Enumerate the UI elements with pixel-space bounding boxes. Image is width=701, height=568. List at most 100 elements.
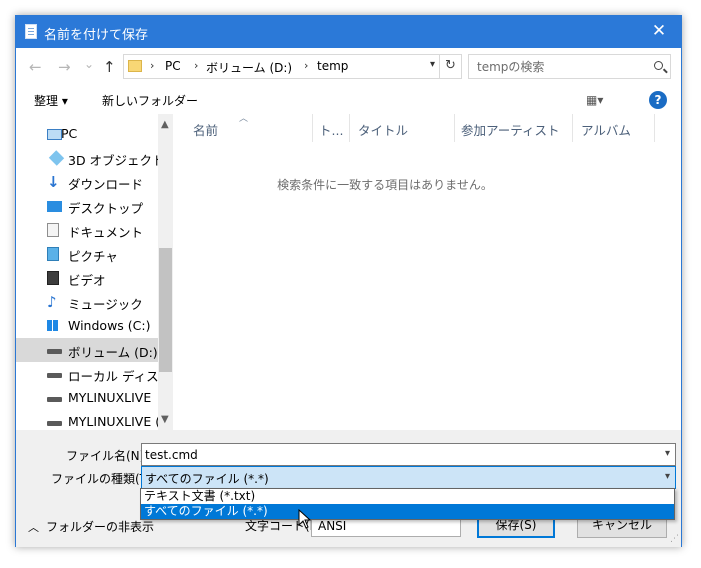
search-icon[interactable] [654, 61, 663, 70]
sidebar-item-label: ビデオ [68, 273, 106, 288]
scroll-down-icon[interactable]: ▼ [161, 414, 169, 425]
filetype-value: すべてのファイル (*.*) [145, 472, 269, 486]
empty-message: 検索条件に一致する項目はありません。 [277, 178, 493, 192]
sidebar-item-3d-objects[interactable]: 3D オブジェクト [16, 146, 165, 170]
desktop-icon [47, 201, 62, 212]
save-as-dialog: 名前を付けて保存 ✕ ← → ⌄ ↑ › PC › ボリューム (D:) › t… [15, 15, 682, 547]
title-bar: 名前を付けて保存 ✕ [16, 16, 681, 48]
address-row: ← → ⌄ ↑ › PC › ボリューム (D:) › temp ▾ ↻ [16, 48, 681, 86]
drive-icon [47, 397, 62, 402]
search-input[interactable] [477, 58, 647, 75]
drive-icon [47, 373, 62, 378]
sidebar-item-local-disk[interactable]: ローカル ディスク [16, 362, 171, 386]
filetype-option-txt[interactable]: テキスト文書 (*.txt) [141, 489, 674, 504]
music-icon: ♪ [47, 293, 57, 311]
up-button[interactable]: ↑ [103, 58, 116, 76]
column-header-name[interactable]: 名前 ︿ [173, 114, 313, 142]
sidebar-item-label: ダウンロード [68, 177, 144, 192]
breadcrumb-separator: › [150, 59, 155, 72]
sidebar-item-desktop[interactable]: デスクトップ [16, 194, 158, 218]
sidebar-item-label: MYLINUXLIVE ( [68, 414, 161, 429]
file-list: 名前 ︿ ト... タイトル 参加アーティスト アルバム 検索条件に一致する項目… [173, 114, 681, 430]
help-icon[interactable]: ? [649, 91, 667, 109]
organize-button[interactable]: 整理 ▾ [34, 92, 68, 109]
sidebar-item-windows-c[interactable]: Windows (C:) [16, 314, 158, 338]
close-button[interactable]: ✕ [637, 16, 681, 48]
breadcrumb-pc[interactable]: PC [165, 59, 181, 73]
breadcrumb-separator: › [194, 59, 199, 72]
resize-grip-icon[interactable]: ⋰ [670, 534, 679, 544]
chevron-down-icon[interactable]: ▾ [665, 448, 670, 459]
sidebar-item-videos[interactable]: ビデオ [16, 266, 158, 290]
sidebar-item-label: ミュージック [68, 297, 143, 312]
toolbar: 整理 ▾ 新しいフォルダー ▦▾ ? [16, 86, 681, 114]
sidebar-item-label: Windows (C:) [68, 318, 151, 333]
chevron-down-icon[interactable]: ▾ [665, 471, 670, 482]
windows-drive-icon [47, 320, 58, 331]
hide-folders-label: フォルダーの非表示 [46, 520, 155, 534]
recent-locations-button[interactable]: ⌄ [84, 57, 94, 71]
address-bar[interactable]: › PC › ボリューム (D:) › temp ▾ [123, 54, 440, 79]
pictures-icon [47, 247, 59, 261]
search-box[interactable] [468, 54, 671, 79]
sidebar-item-label: PC [61, 126, 78, 141]
column-label: 名前 [193, 123, 219, 138]
sidebar-item-label: ローカル ディスク [68, 369, 172, 384]
3d-objects-icon [48, 150, 65, 166]
navigation-scrollbar[interactable]: ▲ ▼ [158, 114, 173, 430]
mouse-cursor-icon [298, 509, 312, 529]
drive-icon [47, 421, 62, 426]
column-label: タイトル [358, 123, 409, 138]
sidebar-item-mylinuxlive-2[interactable]: MYLINUXLIVE ( [16, 410, 161, 430]
filetype-option-all[interactable]: すべてのファイル (*.*) [141, 504, 674, 519]
pc-icon [47, 129, 62, 140]
column-header-track[interactable]: ト... [313, 114, 350, 142]
download-icon: ↓ [47, 173, 60, 191]
column-label: 参加アーティスト [461, 123, 560, 138]
video-icon [47, 271, 59, 285]
breadcrumb-temp[interactable]: temp [317, 59, 348, 73]
sidebar-item-pc[interactable]: PC [16, 122, 158, 146]
scrollbar-thumb[interactable] [159, 248, 172, 372]
sidebar-item-volume-d[interactable]: ボリューム (D:) [16, 338, 158, 362]
column-header-album[interactable]: アルバム [573, 114, 655, 142]
filetype-dropdown-list[interactable]: テキスト文書 (*.txt) すべてのファイル (*.*) [140, 488, 675, 520]
column-label: ト... [319, 123, 344, 138]
sidebar-item-downloads[interactable]: ↓ ダウンロード [16, 170, 158, 194]
sidebar-item-label: ボリューム (D:) [68, 345, 158, 360]
column-header-artist[interactable]: 参加アーティスト [455, 114, 573, 142]
refresh-icon: ↻ [445, 58, 456, 73]
sidebar-item-label: MYLINUXLIVE [68, 390, 152, 405]
forward-button[interactable]: → [58, 58, 71, 76]
documents-icon [47, 223, 59, 237]
window-title: 名前を付けて保存 [44, 28, 149, 43]
view-options-button[interactable]: ▦▾ [586, 93, 603, 107]
filetype-select[interactable]: すべてのファイル (*.*) ▾ [141, 466, 676, 489]
new-folder-button[interactable]: 新しいフォルダー [102, 92, 198, 109]
notepad-icon [25, 24, 37, 39]
chevron-down-icon[interactable]: ▾ [430, 59, 435, 70]
filename-field[interactable]: ▾ [141, 443, 676, 466]
refresh-button[interactable]: ↻ [440, 54, 462, 79]
encoding-value: ANSI [318, 519, 347, 533]
sidebar-item-mylinuxlive[interactable]: MYLINUXLIVE [16, 386, 158, 410]
filename-input[interactable] [145, 446, 645, 463]
scroll-up-icon[interactable]: ▲ [161, 119, 169, 130]
sidebar-item-label: ドキュメント [68, 225, 144, 240]
sidebar-item-pictures[interactable]: ピクチャ [16, 242, 158, 266]
column-label: アルバム [581, 123, 631, 138]
filename-label: ファイル名(N): [66, 449, 149, 463]
sidebar-item-documents[interactable]: ドキュメント [16, 218, 158, 242]
breadcrumb-volume-d[interactable]: ボリューム (D:) [206, 59, 292, 76]
navigation-pane: PC 3D オブジェクト ↓ ダウンロード デスクトップ ドキュメント ピクチャ… [16, 114, 173, 430]
drive-icon [47, 349, 62, 354]
sidebar-item-label: 3D オブジェクト [68, 153, 165, 168]
column-header-title[interactable]: タイトル [350, 114, 455, 142]
back-button[interactable]: ← [29, 58, 42, 76]
sidebar-item-music[interactable]: ♪ ミュージック [16, 290, 158, 314]
hide-folders-toggle[interactable]: ︿ フォルダーの非表示 [28, 518, 154, 535]
breadcrumb-separator: › [304, 59, 309, 72]
folder-icon [128, 60, 142, 72]
sidebar-item-label: デスクトップ [68, 201, 144, 216]
chevron-up-icon: ︿ [28, 521, 39, 534]
